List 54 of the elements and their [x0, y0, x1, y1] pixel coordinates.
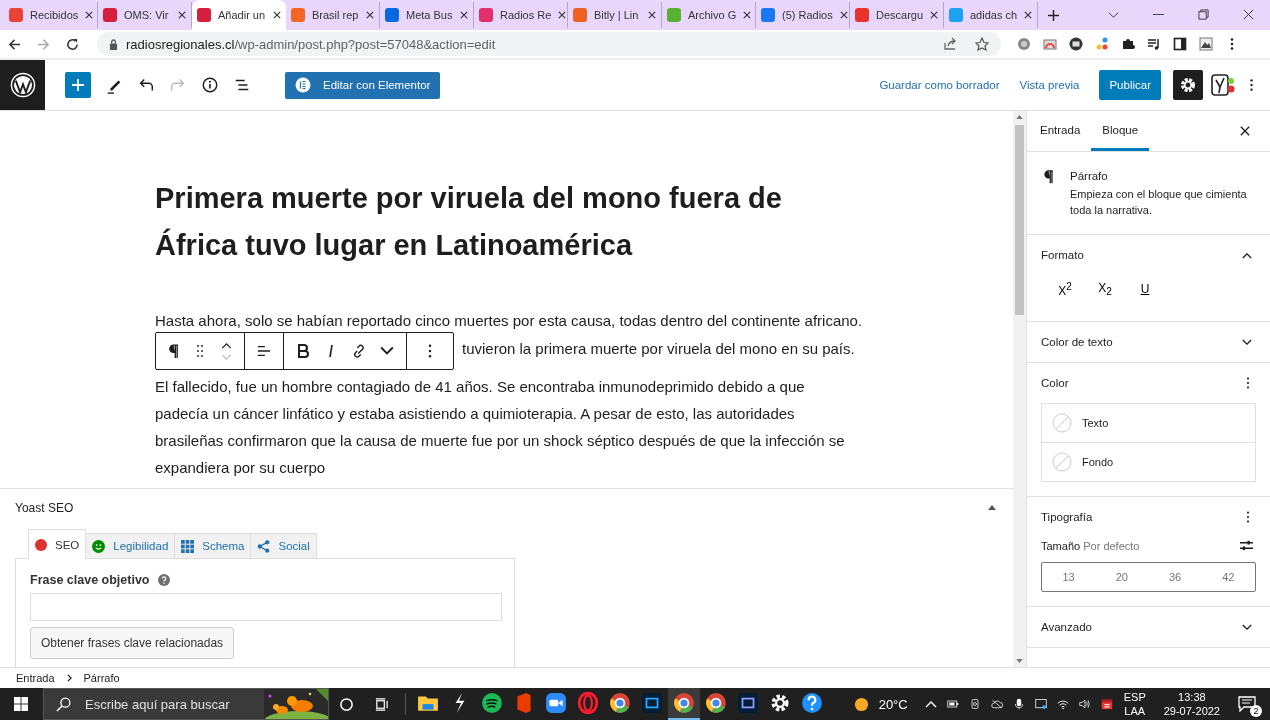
related-keyphrases-button[interactable]: Obtener frases clave relacionadas — [30, 627, 235, 659]
preview-link[interactable]: Vista previa — [1019, 79, 1080, 91]
superscript-button[interactable]: X$^{2}$ — [1047, 275, 1083, 303]
notification-center-button[interactable]: 2 — [1232, 689, 1262, 719]
size-label: Tamaño Por defecto — [1041, 539, 1140, 552]
clock[interactable]: 13:38 29-07-2022 — [1163, 690, 1220, 718]
section-title[interactable]: Avanzado — [1041, 621, 1092, 633]
address-field[interactable]: radiosregionales.cl/wp-admin/post.php?post=57048&action=edit — [97, 32, 1001, 56]
seo-tab[interactable]: Legibilidad — [85, 533, 176, 558]
font-size-option[interactable]: 13 — [1042, 563, 1096, 591]
font-size-option[interactable]: 20 — [1095, 563, 1149, 591]
paragraph-line[interactable]: tuvieron la primera muerte por viruela del mono en su país. — [462, 335, 855, 363]
paragraph[interactable]: El fallecido, fue un hombre contagiado de 41 años. Se encontraba inmunodeprimido debido a que padecía un cáncer linfático y estaba asistiendo a quimioterapia. A pesar de esto, las autoridades brasileñas confirmaron que la causa de muerte fue por un shock séptico después de que la infección se expandiera por su cuerpo — [155, 373, 855, 481]
breadcrumb-item[interactable]: Entrada — [10, 672, 61, 684]
save-draft-link[interactable]: Guardar como borrador — [879, 79, 1000, 91]
temperature-text[interactable]: 20°C — [878, 696, 908, 712]
underline-button[interactable]: U — [1127, 275, 1163, 303]
language-indicator[interactable]: ESP LAA — [1123, 690, 1146, 718]
browser-tab[interactable]: Archivo G — [662, 2, 756, 28]
section-title[interactable]: Formato — [1041, 249, 1084, 261]
block-name: Párrafo — [1070, 170, 1109, 182]
post-title[interactable]: Primera muerte por viruela del mono fuera de África tuvo lugar en Latinoamérica — [155, 175, 835, 269]
browser-tab[interactable]: Meta Bus — [380, 2, 474, 28]
elementor-button[interactable]: Editar con Elementor — [285, 71, 441, 99]
browser-tab[interactable]: Radios Re — [474, 2, 568, 28]
seo-tab[interactable]: Social — [250, 533, 317, 558]
section-title: Color — [1041, 377, 1069, 389]
browser-tab[interactable]: Añadir un — [192, 0, 286, 30]
font-size-option[interactable]: 42 — [1201, 563, 1255, 591]
browser-tab[interactable]: Bitly | Lin — [568, 2, 662, 28]
browser-tab[interactable]: Descargu — [850, 2, 944, 28]
browser-tab[interactable]: OMS: Vir — [98, 2, 192, 28]
notification-count: 2 — [1250, 705, 1262, 717]
field-label: Frase clave objetivo — [30, 573, 150, 587]
paragraph-line[interactable]: Hasta ahora, solo se habían reportado cinco muertes por esta causa, todas dentro del continente africano. — [155, 307, 863, 335]
browser-tab[interactable]: Recibidos — [4, 2, 98, 28]
block-description: Empieza con el bloque que cimienta toda la narrativa. — [1070, 187, 1248, 218]
breadcrumb-item[interactable]: Párrafo — [77, 672, 126, 684]
seo-tab[interactable]: SEO — [28, 529, 87, 559]
publish-button[interactable]: Publicar — [1099, 70, 1161, 100]
sidebar-tab[interactable]: Bloque — [1091, 111, 1150, 151]
subscript-button[interactable]: X$_{2}$ — [1087, 275, 1123, 303]
section-title[interactable]: Color de texto — [1041, 336, 1113, 348]
taskbar-search-field[interactable]: Escribe aquí para buscar — [43, 688, 329, 720]
sidebar-tab[interactable]: Entrada — [1029, 111, 1092, 151]
seo-tab[interactable]: Schema — [174, 533, 252, 558]
browser-tab[interactable]: Brasil rep — [286, 2, 380, 28]
browser-tab[interactable]: (5) Radios — [756, 2, 850, 28]
browser-tab[interactable]: adidas ch — [944, 2, 1038, 28]
font-size-option[interactable]: 36 — [1148, 563, 1202, 591]
section-title: Tipografía — [1041, 511, 1093, 523]
color-option[interactable]: Fondo — [1042, 443, 1255, 481]
color-option[interactable]: Texto — [1042, 404, 1255, 443]
panel-heading[interactable]: Yoast SEO — [15, 500, 74, 515]
